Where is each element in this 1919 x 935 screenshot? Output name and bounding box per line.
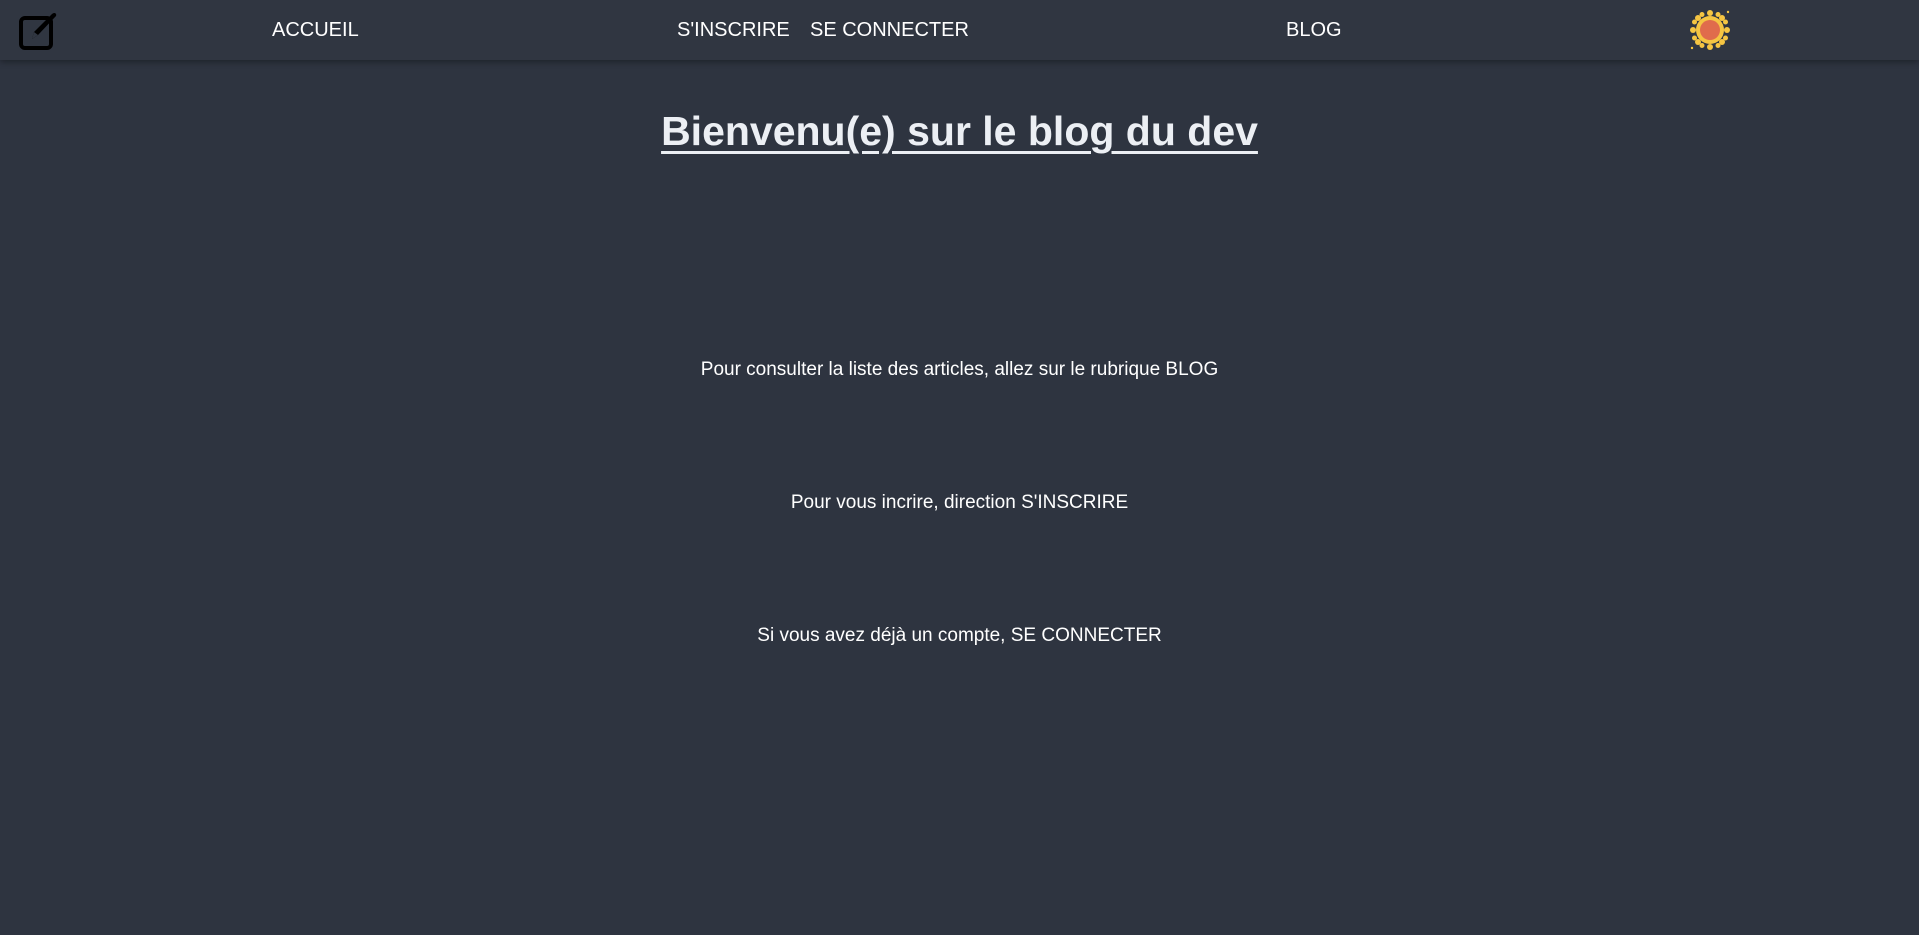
info-text-login: Si vous avez déjà un compte,: [757, 625, 1011, 646]
info-link-blog[interactable]: BLOG: [1165, 359, 1218, 380]
sun-icon: [1690, 10, 1730, 50]
theme-toggle-button[interactable]: [1689, 9, 1731, 51]
info-text-signup: Pour vous incrire, direction: [790, 492, 1022, 513]
info-link-signup[interactable]: S'INSCRIRE: [1021, 492, 1128, 513]
info-line-signup: Pour vous incrire, direction S'INSCRIRE: [0, 491, 1919, 515]
nav-link-signup[interactable]: S'INSCRIRE: [677, 18, 790, 42]
nav-link-home[interactable]: ACCUEIL: [272, 18, 359, 42]
info-line-blog: Pour consulter la liste des articles, al…: [0, 358, 1919, 382]
page-title: Bienvenu(e) sur le blog du dev: [661, 108, 1258, 154]
edit-pen-icon[interactable]: [18, 9, 58, 51]
nav-link-login[interactable]: SE CONNECTER: [810, 18, 969, 42]
top-navbar: ACCUEIL S'INSCRIRE SE CONNECTER BLOG: [0, 0, 1919, 60]
nav-link-blog[interactable]: BLOG: [1286, 18, 1342, 42]
info-line-login: Si vous avez déjà un compte, SE CONNECTE…: [0, 624, 1919, 648]
info-text-blog: Pour consulter la liste des articles, al…: [700, 359, 1166, 380]
info-link-login[interactable]: SE CONNECTER: [1011, 625, 1162, 646]
